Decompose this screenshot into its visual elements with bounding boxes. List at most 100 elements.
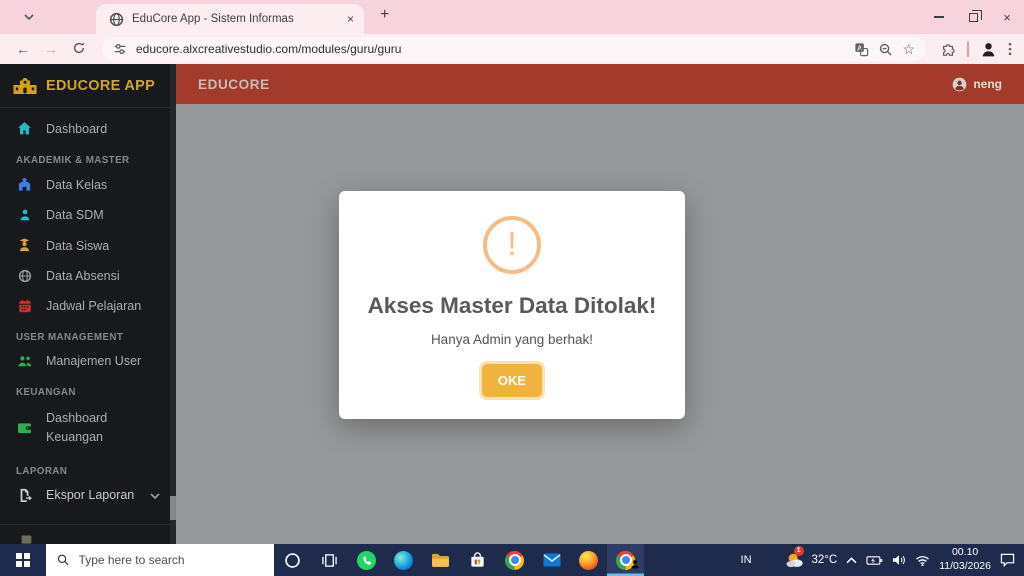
taskbar-search[interactable] <box>46 544 274 576</box>
taskbar-app-store[interactable] <box>459 544 496 576</box>
taskbar-app-chrome-active[interactable] <box>607 544 644 576</box>
users-icon <box>16 354 33 368</box>
access-denied-modal: ! Akses Master Data Ditolak! Hanya Admin… <box>339 191 685 419</box>
battery-icon[interactable] <box>866 555 883 566</box>
tab-search-button[interactable] <box>16 7 42 27</box>
sidebar-item-data-siswa[interactable]: Data Siswa <box>0 230 176 261</box>
oke-button[interactable]: OKE <box>482 364 542 397</box>
clock-date: 11/03/2026 <box>939 560 991 574</box>
sidebar-section-laporan: LAPORAN <box>0 455 176 480</box>
browser-window: EduCore App - Sistem Informas × + × ← → … <box>0 0 1024 64</box>
sidebar-divider <box>0 524 176 525</box>
sidebar-item-data-kelas[interactable]: Data Kelas <box>0 169 176 200</box>
chrome-icon <box>505 551 524 570</box>
url-text[interactable]: educore.alxcreativestudio.com/modules/gu… <box>136 42 845 56</box>
profile-badge-icon <box>630 556 640 574</box>
translate-icon[interactable]: A <box>854 42 869 57</box>
sidebar-brand[interactable]: EDUCORE APP <box>0 64 176 107</box>
modal-title: Akses Master Data Ditolak! <box>339 293 685 319</box>
search-icon <box>57 553 70 567</box>
search-input[interactable] <box>79 553 263 567</box>
whatsapp-icon <box>357 551 376 570</box>
modal-message: Hanya Admin yang berhak! <box>339 332 685 347</box>
action-center-icon[interactable] <box>1000 553 1015 567</box>
address-bar[interactable]: educore.alxcreativestudio.com/modules/gu… <box>102 37 926 61</box>
browser-toolbar: ← → educore.alxcreativestudio.com/module… <box>0 34 1024 64</box>
toolbar-divider <box>967 41 969 57</box>
taskbar-app-cortana[interactable] <box>274 544 311 576</box>
volume-icon[interactable] <box>892 554 906 566</box>
sidebar-section-keuangan: KEUANGAN <box>0 376 176 401</box>
sidebar-item-partial-icon <box>20 533 33 544</box>
chevron-up-icon[interactable] <box>846 557 857 564</box>
topbar-brand: EDUCORE <box>198 77 270 92</box>
sidebar-item-dashboard-keuangan[interactable]: Dashboard Keuangan <box>0 401 176 455</box>
start-button[interactable] <box>0 544 46 576</box>
tab-close-icon[interactable]: × <box>347 13 354 25</box>
mail-icon <box>543 553 561 567</box>
bookmark-star-icon[interactable]: ☆ <box>902 41 915 58</box>
restore-icon <box>969 13 978 22</box>
language-indicator[interactable]: IN <box>741 554 752 566</box>
wifi-icon[interactable] <box>915 555 930 566</box>
chevron-down-icon <box>24 14 34 20</box>
minimize-button[interactable] <box>922 0 956 34</box>
sidebar-item-data-absensi[interactable]: Data Absensi <box>0 261 176 291</box>
extensions-icon[interactable] <box>940 41 956 57</box>
taskbar-app-file-explorer[interactable] <box>422 544 459 576</box>
sidebar-brand-label: EDUCORE APP <box>46 78 155 94</box>
sidebar-item-label: Dashboard Keuangan <box>46 409 140 447</box>
file-explorer-icon <box>431 552 450 568</box>
forward-button[interactable]: → <box>40 41 62 57</box>
store-icon <box>469 552 486 569</box>
globe-icon <box>16 269 33 283</box>
globe-favicon-icon <box>109 12 124 27</box>
taskbar-app-firefox[interactable] <box>570 544 607 576</box>
browser-menu-icon[interactable] <box>1008 42 1012 56</box>
sidebar-item-data-sdm[interactable]: Data SDM <box>0 200 176 230</box>
chevron-down-icon[interactable] <box>150 488 160 502</box>
new-tab-button[interactable]: + <box>380 7 389 23</box>
restore-button[interactable] <box>956 0 990 34</box>
username-label: neng <box>973 77 1002 91</box>
clock-widget[interactable]: 00.10 11/03/2026 <box>939 546 991 573</box>
sidebar-item-dashboard[interactable]: Dashboard <box>0 113 176 144</box>
sidebar-nav: Dashboard AKADEMIK & MASTER Data Kelas D… <box>0 108 176 525</box>
edge-icon <box>394 551 413 570</box>
tab-title: EduCore App - Sistem Informas <box>132 13 339 25</box>
close-button[interactable]: × <box>990 0 1024 34</box>
zoom-icon[interactable] <box>878 42 893 57</box>
school-building-logo-icon <box>13 77 37 94</box>
wallet-icon <box>16 421 33 434</box>
warning-icon: ! <box>483 216 541 274</box>
tab-strip: EduCore App - Sistem Informas × + × <box>0 0 1024 34</box>
sidebar-item-jadwal-pelajaran[interactable]: Jadwal Pelajaran <box>0 291 176 321</box>
task-view-icon <box>321 553 338 568</box>
notification-badge: 1 <box>794 546 804 556</box>
web-page: EDUCORE APP Dashboard AKADEMIK & MASTER … <box>0 64 1024 544</box>
person-icon <box>16 208 33 222</box>
browser-tab[interactable]: EduCore App - Sistem Informas × <box>96 4 364 34</box>
system-tray: IN 1 32°C 00.10 11/03/2026 <box>741 544 1024 576</box>
sidebar-item-manajemen-user[interactable]: Manajemen User <box>0 346 176 376</box>
sidebar-item-label: Data SDM <box>46 208 104 222</box>
taskbar-app-chrome[interactable] <box>496 544 533 576</box>
back-button[interactable]: ← <box>12 41 34 57</box>
temperature-label: 32°C <box>812 554 838 566</box>
taskbar-app-task-view[interactable] <box>311 544 348 576</box>
sidebar-item-ekspor-laporan[interactable]: Ekspor Laporan <box>0 480 176 510</box>
taskbar-app-whatsapp[interactable] <box>348 544 385 576</box>
toolbar-actions <box>938 41 1012 58</box>
windows-logo-icon <box>16 553 30 567</box>
reload-button[interactable] <box>68 41 90 58</box>
taskbar-app-mail[interactable] <box>533 544 570 576</box>
reload-icon <box>72 41 86 55</box>
user-circle-icon <box>952 77 967 92</box>
weather-widget[interactable]: 1 32°C <box>784 551 838 569</box>
taskbar-app-edge[interactable] <box>385 544 422 576</box>
user-menu[interactable]: neng <box>952 77 1002 92</box>
profile-avatar-icon[interactable] <box>980 41 997 58</box>
calendar-icon <box>16 299 33 313</box>
sidebar-section-user-management: USER MANAGEMENT <box>0 321 176 346</box>
file-export-icon <box>16 488 33 502</box>
